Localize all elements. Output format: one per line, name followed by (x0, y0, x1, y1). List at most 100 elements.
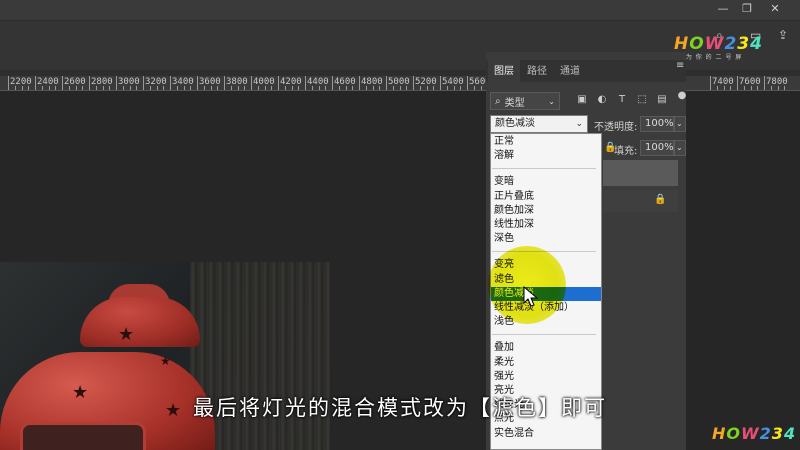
opacity-input[interactable]: 100% (640, 116, 674, 132)
shape-filter-icon[interactable]: ⬚ (636, 94, 648, 106)
layer-lock-icon: 🔒 (654, 194, 667, 205)
ruler-tick (352, 86, 354, 90)
ruler-tick (419, 86, 421, 90)
tab-paths[interactable]: 路径 (527, 62, 547, 77)
ruler-tick (170, 76, 171, 90)
blend-mode-select[interactable]: 颜色减淡 ⌄ (490, 115, 588, 133)
ruler-tick (737, 76, 738, 90)
search-icon: ⌕ (495, 95, 501, 107)
lantern-top (80, 297, 200, 347)
ruler-tick (757, 86, 759, 90)
ruler-tick (82, 86, 84, 90)
tab-layers[interactable]: 图层 (494, 62, 514, 77)
ruler-tick (62, 76, 63, 90)
logo-text: HOW234 (712, 424, 796, 443)
blend-mode-value: 颜色减淡 (495, 118, 535, 129)
ruler-tick (237, 86, 239, 90)
blend-mode-option[interactable]: 柔光 (494, 356, 514, 370)
ruler-tick (35, 76, 36, 90)
opacity-label: 不透明度: (594, 122, 638, 133)
ruler-tick (271, 86, 273, 90)
logo-top: HOW234 (674, 34, 763, 54)
ruler-tick (197, 76, 198, 90)
smart-object-filter-icon[interactable]: ▤ (656, 94, 668, 106)
panel-menu-icon[interactable]: ≡ (676, 60, 684, 71)
ruler-tick (730, 86, 732, 90)
ruler-tick (95, 86, 97, 90)
ruler-tick (291, 86, 293, 90)
fill-chevron-icon[interactable]: ⌄ (674, 140, 686, 156)
logo-letter: 2 (759, 424, 772, 443)
ruler-tick (298, 86, 300, 90)
ruler-tick (392, 86, 394, 90)
ruler-tick (750, 86, 752, 90)
cursor-highlight (488, 246, 566, 324)
ruler-tick (365, 86, 367, 90)
ruler-tick (210, 86, 212, 90)
ruler-tick (386, 76, 387, 90)
logo-letter: 4 (750, 34, 763, 54)
blend-mode-option[interactable]: 变暗 (494, 175, 514, 189)
filter-toggle-icon[interactable]: ● (676, 90, 688, 102)
title-bar (0, 0, 800, 20)
ruler-tick (149, 86, 151, 90)
tab-channels[interactable]: 通道 (560, 62, 580, 77)
image-filter-icon[interactable]: ▣ (576, 94, 588, 106)
mouse-pointer-icon (523, 286, 539, 307)
ruler-tick (55, 86, 57, 90)
ruler-tick (89, 76, 90, 90)
logo-letter: H (712, 424, 727, 443)
logo-letter: W (741, 424, 760, 443)
ruler-tick (244, 86, 246, 90)
blend-mode-option[interactable]: 溶解 (494, 149, 514, 163)
blend-mode-option[interactable]: 强光 (494, 370, 514, 384)
ruler-tick (284, 86, 286, 90)
ruler-tick (345, 86, 347, 90)
ruler-tick (723, 86, 725, 90)
subtitle-caption: 最后将灯光的混合模式改为【滤色】即可 (193, 396, 607, 420)
ruler-tick (372, 86, 374, 90)
ruler-tick (190, 86, 192, 90)
logo-letter: H (674, 34, 690, 54)
ruler-tick (305, 76, 306, 90)
ruler-tick (460, 86, 462, 90)
blend-mode-option[interactable]: 颜色加深 (494, 204, 534, 218)
ruler-tick (716, 86, 718, 90)
layer-filter-select[interactable]: ⌕ 类型 ⌄ (490, 92, 560, 110)
blend-mode-option[interactable]: 叠加 (494, 341, 514, 355)
minimize-button[interactable]: — (712, 0, 734, 16)
ruler-tick (217, 86, 219, 90)
blend-mode-option[interactable]: 实色混合 (494, 427, 534, 441)
logo-letter: O (726, 424, 741, 443)
ruler-tick (777, 86, 779, 90)
ruler-tick (311, 86, 313, 90)
ruler-tick (379, 86, 381, 90)
blend-mode-option[interactable]: 深色 (494, 232, 514, 246)
layer-row[interactable] (603, 160, 678, 186)
restore-button[interactable]: ❐ (736, 0, 758, 16)
logo-bottom: HOW234 (712, 424, 796, 443)
adjustment-filter-icon[interactable]: ◐ (596, 94, 608, 106)
close-button[interactable]: ✕ (764, 0, 786, 16)
layer-row[interactable] (603, 190, 678, 212)
ruler-tick (440, 76, 441, 90)
opacity-chevron-icon[interactable]: ⌄ (674, 116, 686, 132)
blend-mode-option[interactable]: 线性加深 (494, 218, 534, 232)
ruler-tick (48, 86, 50, 90)
ruler-tick (251, 76, 252, 90)
star-cutout-icon: ★ (118, 324, 135, 345)
ruler-tick (176, 86, 178, 90)
ruler-tick (413, 76, 414, 90)
ruler-tick (230, 86, 232, 90)
ruler-tick (143, 76, 144, 90)
ruler-tick (116, 76, 117, 90)
share-icon[interactable]: ⇪ (778, 28, 788, 42)
blend-mode-option[interactable]: 正片叠底 (494, 190, 534, 204)
type-filter-icon[interactable]: T (616, 94, 628, 106)
ruler-tick (75, 86, 77, 90)
fill-input[interactable]: 100% (640, 140, 674, 156)
blend-mode-option[interactable]: 正常 (494, 135, 514, 149)
ruler-tick (467, 76, 468, 90)
ruler-tick (278, 76, 279, 90)
chevron-down-icon: ⌄ (575, 119, 583, 129)
